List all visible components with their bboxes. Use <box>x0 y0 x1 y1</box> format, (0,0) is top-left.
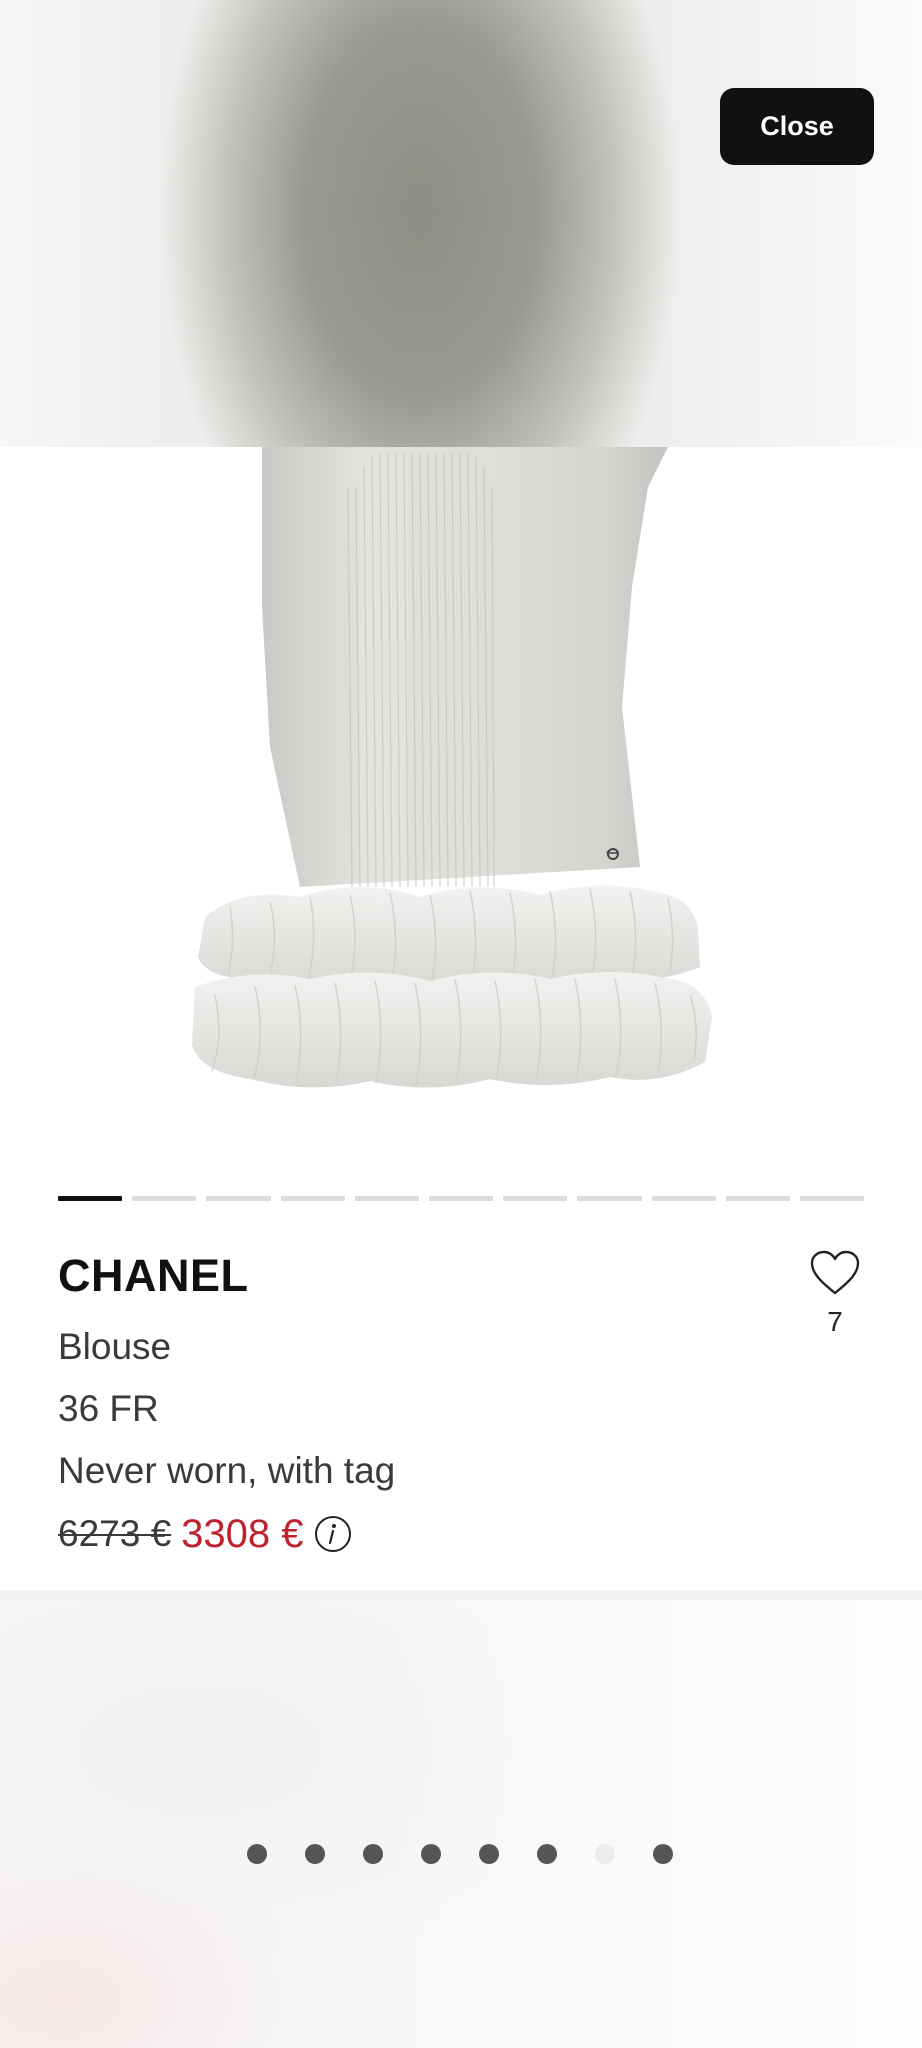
pagination-dot[interactable] <box>247 1844 267 1864</box>
progress-segment[interactable] <box>799 1196 865 1201</box>
original-price: 6273 € <box>58 1513 172 1554</box>
pagination-dot[interactable] <box>305 1844 325 1864</box>
close-button[interactable]: Close <box>720 88 874 165</box>
progress-segment[interactable] <box>428 1196 494 1201</box>
price-row: 6273 € 3308 € <box>58 1509 352 1559</box>
product-category: Blouse <box>58 1326 172 1367</box>
hero-blurred-background <box>0 0 922 447</box>
progress-segment[interactable] <box>651 1196 716 1201</box>
product-brand[interactable]: CHANEL <box>58 1250 249 1302</box>
progress-segment[interactable] <box>206 1196 271 1201</box>
product-size: 36 FR <box>58 1388 159 1429</box>
progress-segment[interactable] <box>354 1196 419 1201</box>
section-divider <box>0 1590 922 1600</box>
heart-outline-icon <box>810 1250 860 1295</box>
pagination-dot-active[interactable] <box>595 1844 615 1864</box>
favorite-count: 7 <box>827 1306 843 1337</box>
progress-segment[interactable] <box>58 1196 123 1201</box>
pagination-dot[interactable] <box>653 1844 673 1864</box>
progress-segment[interactable] <box>280 1196 345 1201</box>
pagination-dot[interactable] <box>479 1844 499 1864</box>
recommendations-pagination <box>247 1844 673 1866</box>
recommendations-carousel[interactable] <box>0 1600 922 2048</box>
pagination-dot[interactable] <box>421 1844 441 1864</box>
favorite-button[interactable]: 7 <box>806 1250 864 1338</box>
sale-price: 3308 € <box>181 1511 304 1556</box>
progress-segment[interactable] <box>132 1196 197 1201</box>
progress-segment[interactable] <box>725 1196 790 1201</box>
pagination-dot[interactable] <box>363 1844 383 1864</box>
pagination-dot[interactable] <box>537 1844 557 1864</box>
progress-segment[interactable] <box>503 1196 568 1201</box>
progress-segment[interactable] <box>577 1196 642 1201</box>
blouse-illustration: ꟷ <box>192 447 712 1088</box>
product-condition: Never worn, with tag <box>58 1450 396 1491</box>
image-carousel-progress <box>58 1196 865 1202</box>
product-image[interactable]: ꟷ <box>0 447 922 1137</box>
info-circle-icon[interactable] <box>314 1515 352 1553</box>
